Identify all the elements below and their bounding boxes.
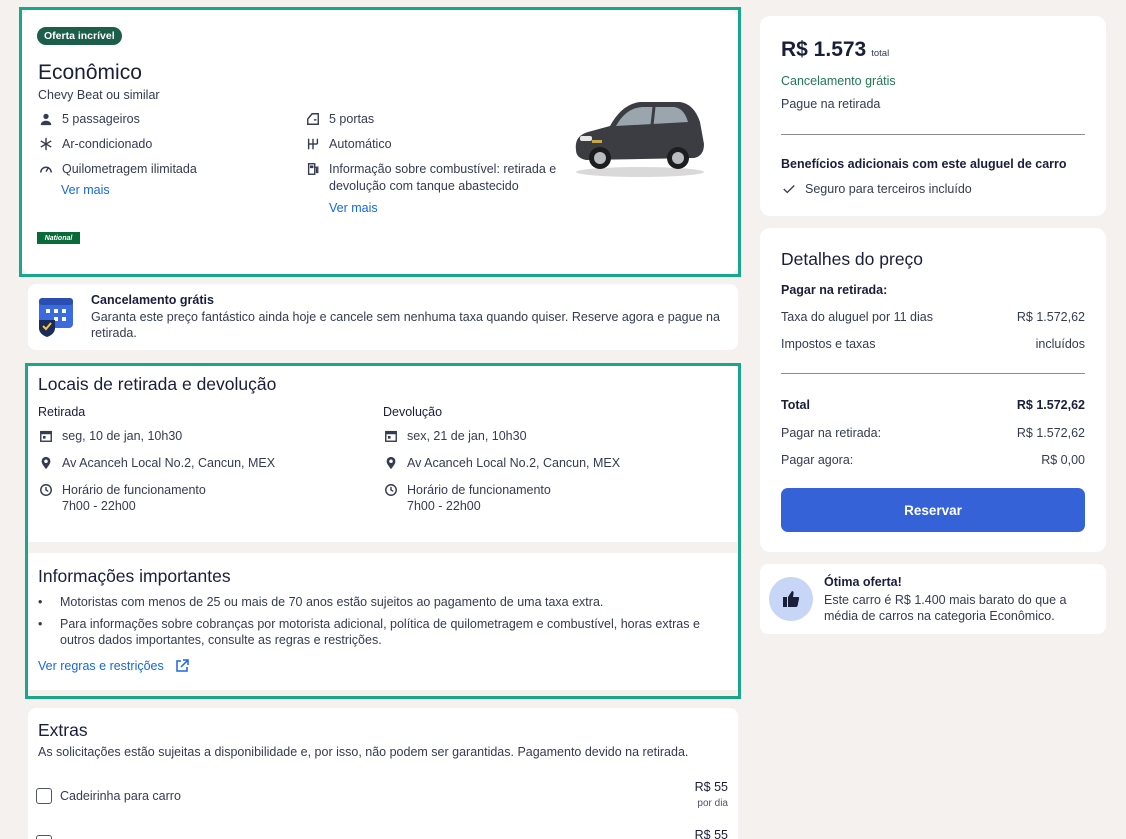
checkmark-icon bbox=[781, 181, 797, 197]
dropoff-label: Devolução bbox=[383, 405, 443, 419]
pickup-hours: Horário de funcionamento 7h00 - 22h00 bbox=[38, 482, 206, 515]
price-row-rental: Taxa do aluguel por 11 dias R$ 1.572,62 bbox=[781, 310, 1085, 324]
pickup-address: Av Acanceh Local No.2, Cancun, MEX bbox=[38, 455, 275, 472]
car-category-title: Econômico bbox=[38, 61, 142, 84]
pickup-label: Retirada bbox=[38, 405, 86, 419]
car-door-icon bbox=[305, 111, 321, 127]
extras-card: Extras As solicitações estão sujeitas a … bbox=[28, 708, 738, 839]
feature-fuel: Informação sobre combustível: retirada e… bbox=[305, 161, 565, 195]
fuel-pump-icon bbox=[305, 161, 321, 177]
vendor-logo: National bbox=[37, 232, 80, 244]
feature-ac: Ar-condicionado bbox=[38, 136, 152, 153]
extra-item: R$ 55 bbox=[36, 828, 728, 839]
speedometer-icon bbox=[38, 161, 54, 177]
free-cancel-title: Cancelamento grátis bbox=[91, 293, 214, 307]
important-list: • Motoristas com menos de 25 ou mais de 7… bbox=[38, 594, 728, 654]
pay-at-pickup-note: Pague na retirada bbox=[781, 97, 881, 111]
extra-item: Cadeirinha para carro R$ 55 por dia bbox=[36, 780, 728, 816]
extras-heading: Extras bbox=[38, 720, 88, 740]
clock-icon bbox=[383, 482, 399, 498]
extra-price: R$ 55 bbox=[694, 780, 728, 794]
price-row-total: Total R$ 1.572,62 bbox=[781, 398, 1085, 412]
divider bbox=[781, 373, 1085, 374]
important-info-card: Informações importantes • Motoristas com … bbox=[28, 553, 738, 690]
map-pin-icon bbox=[38, 455, 54, 471]
external-link-icon bbox=[176, 659, 189, 672]
see-more-link-left[interactable]: Ver mais bbox=[61, 183, 110, 197]
great-deal-card: Ótima oferta! Este carro é R$ 1.400 mais… bbox=[760, 564, 1106, 634]
calendar-icon bbox=[383, 428, 399, 444]
see-more-link-right[interactable]: Ver mais bbox=[329, 201, 378, 215]
feature-transmission: Automático bbox=[305, 136, 392, 153]
rules-link[interactable]: Ver regras e restrições bbox=[38, 659, 189, 673]
free-cancel-banner: Cancelamento grátis Garanta este preço f… bbox=[28, 284, 738, 350]
pay-at-pickup-subheading: Pagar na retirada: bbox=[781, 283, 888, 297]
clock-icon bbox=[38, 482, 54, 498]
locations-heading: Locais de retirada e devolução bbox=[38, 374, 277, 394]
car-card: Oferta incrível Econômico Chevy Beat ou … bbox=[22, 10, 738, 274]
reserve-button[interactable]: Reservar bbox=[781, 488, 1085, 532]
extra-price: R$ 55 bbox=[694, 828, 728, 839]
extra-checkbox[interactable] bbox=[36, 835, 52, 839]
total-price: R$ 1.573 total bbox=[781, 38, 890, 61]
locations-card: Locais de retirada e devolução Retirada … bbox=[28, 366, 738, 542]
price-details-heading: Detalhes do preço bbox=[781, 249, 924, 269]
extra-checkbox[interactable] bbox=[36, 788, 52, 804]
deal-text: Este carro é R$ 1.400 mais barato do que… bbox=[824, 593, 1067, 623]
extra-label: Cadeirinha para carro bbox=[60, 789, 181, 803]
price-row-pay-now: Pagar agora: R$ 0,00 bbox=[781, 453, 1085, 467]
price-details-card: Detalhes do preço Pagar na retirada: Tax… bbox=[760, 228, 1106, 552]
thumbs-up-icon bbox=[769, 577, 813, 621]
offer-badge: Oferta incrível bbox=[37, 27, 122, 45]
extra-unit: por dia bbox=[697, 798, 728, 809]
dropoff-hours: Horário de funcionamento 7h00 - 22h00 bbox=[383, 482, 551, 515]
benefit-item: Seguro para terceiros incluído bbox=[781, 181, 972, 198]
extras-note: As solicitações estão sujeitas a disponi… bbox=[38, 745, 689, 759]
feature-mileage: Quilometragem ilimitada bbox=[38, 161, 197, 178]
feature-passengers: 5 passageiros bbox=[38, 111, 140, 128]
price-row-taxes: Impostos e taxas incluídos bbox=[781, 337, 1085, 351]
list-item: • Para informações sobre cobranças por mo… bbox=[38, 617, 700, 647]
free-cancel-note: Cancelamento grátis bbox=[781, 74, 896, 88]
car-image bbox=[575, 102, 704, 177]
dropoff-date: sex, 21 de jan, 10h30 bbox=[383, 428, 527, 445]
divider bbox=[781, 134, 1085, 135]
deal-title: Ótima oferta! bbox=[824, 575, 902, 589]
person-icon bbox=[38, 111, 54, 127]
calendar-icon bbox=[38, 428, 54, 444]
summary-card: R$ 1.573 total Cancelamento grátis Pague… bbox=[760, 16, 1106, 216]
price-row-pay-pickup: Pagar na retirada: R$ 1.572,62 bbox=[781, 426, 1085, 440]
feature-doors: 5 portas bbox=[305, 111, 374, 128]
car-model: Chevy Beat ou similar bbox=[38, 88, 160, 102]
pickup-date: seg, 10 de jan, 10h30 bbox=[38, 428, 182, 445]
benefits-title: Benefícios adicionais com este aluguel d… bbox=[781, 157, 1067, 171]
list-item: • Motoristas com menos de 25 ou mais de 7… bbox=[38, 595, 604, 609]
calendar-shield-icon bbox=[39, 298, 73, 337]
free-cancel-text: Garanta este preço fantástico ainda hoje… bbox=[91, 310, 720, 340]
gear-shift-icon bbox=[305, 136, 321, 152]
snowflake-icon bbox=[38, 136, 54, 152]
important-heading: Informações importantes bbox=[38, 566, 231, 586]
map-pin-icon bbox=[383, 455, 399, 471]
dropoff-address: Av Acanceh Local No.2, Cancun, MEX bbox=[383, 455, 620, 472]
